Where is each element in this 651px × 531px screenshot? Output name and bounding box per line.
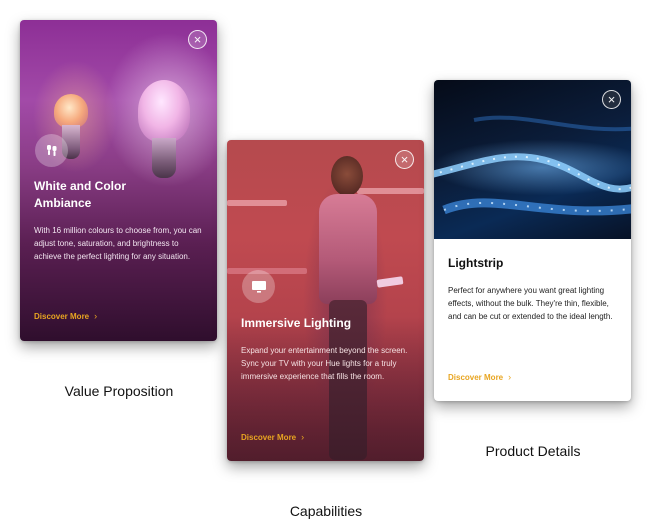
card-description: With 16 million colours to choose from, …: [34, 226, 202, 261]
close-icon: ×: [193, 32, 202, 47]
close-icon: ×: [607, 92, 616, 107]
small-bulb-image: [54, 94, 88, 128]
discover-more-link[interactable]: Discover More ›: [34, 311, 97, 321]
product-details-card: × Lightstrip Perfect for anywhere you wa…: [434, 80, 631, 401]
tablet-image: [376, 276, 404, 288]
discover-more-label: Discover More: [34, 311, 90, 321]
capabilities-card: × Immersive Lighting Expand your enterta…: [227, 140, 424, 461]
card-description: Perfect for anywhere you want great ligh…: [448, 286, 613, 321]
caption-product-details: Product Details: [485, 443, 581, 459]
chevron-right-icon: ›: [94, 311, 98, 321]
chevron-right-icon: ›: [301, 432, 305, 442]
close-button[interactable]: ×: [395, 150, 414, 169]
discover-more-label: Discover More: [241, 432, 297, 442]
tv-icon: [242, 270, 275, 303]
discover-more-label: Discover More: [448, 372, 504, 382]
discover-more-link[interactable]: Discover More ›: [448, 372, 511, 382]
card-title: White and Color Ambiance: [34, 179, 126, 210]
bulbs-icon: [35, 134, 68, 167]
person-body: [319, 194, 377, 304]
chevron-right-icon: ›: [508, 372, 512, 382]
value-proposition-card: × White and Color Ambiance With 16 milli…: [20, 20, 217, 341]
card-description: Expand your entertainment beyond the scr…: [241, 346, 408, 381]
large-bulb-base-image: [152, 138, 176, 178]
caption-value-proposition: Value Proposition: [64, 383, 174, 399]
person-head: [331, 156, 363, 196]
discover-more-link[interactable]: Discover More ›: [241, 432, 304, 442]
light-bar-image: [227, 200, 287, 206]
close-icon: ×: [400, 152, 409, 167]
lightstrip-image: [434, 80, 631, 239]
caption-capabilities: Capabilities: [289, 503, 363, 519]
close-button[interactable]: ×: [188, 30, 207, 49]
close-button[interactable]: ×: [602, 90, 621, 109]
person-image: [315, 150, 404, 461]
card-title: Lightstrip: [448, 256, 504, 270]
large-bulb-image: [138, 80, 190, 142]
card-title: Immersive Lighting: [241, 316, 352, 330]
